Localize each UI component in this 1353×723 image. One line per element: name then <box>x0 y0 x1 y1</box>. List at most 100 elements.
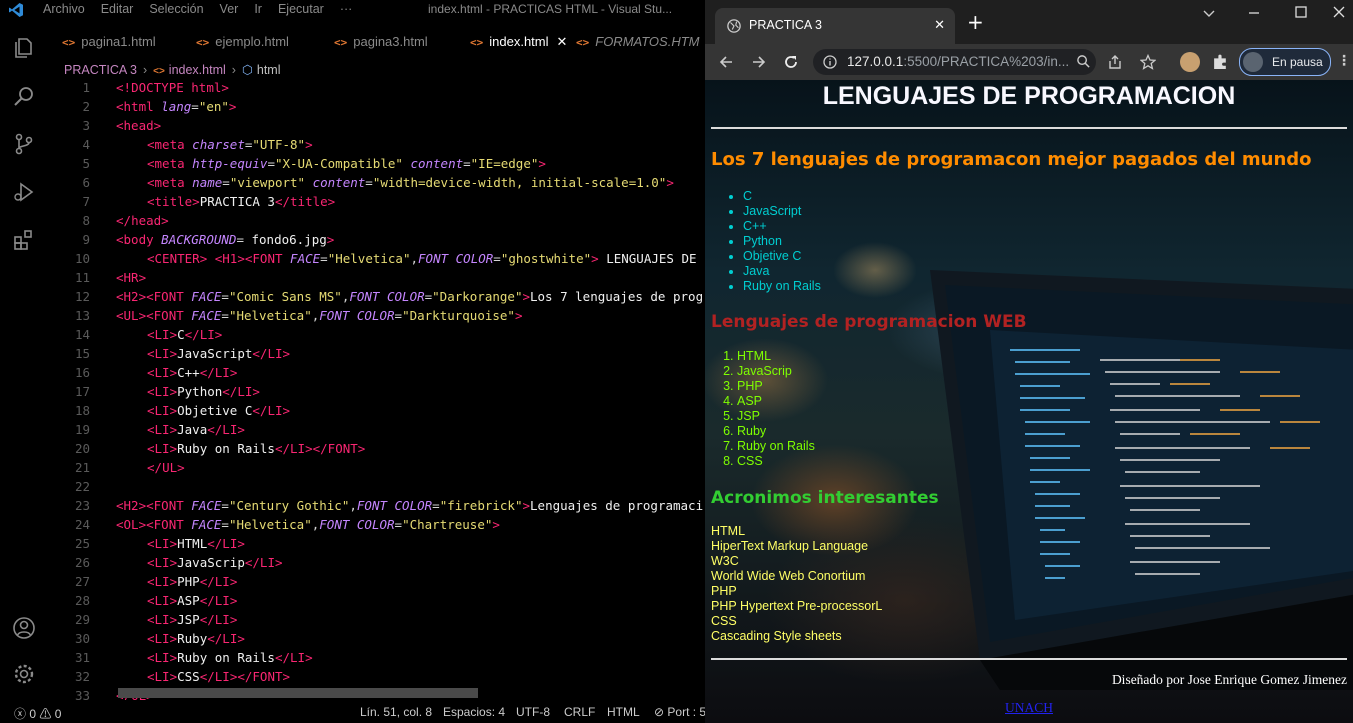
menu-ejecutar[interactable]: Ejecutar <box>278 2 324 16</box>
menu-more[interactable]: ··· <box>340 2 353 16</box>
live-server-port[interactable]: ⊘ Port : 5 <box>654 705 705 719</box>
address-bar[interactable]: 127.0.0.1:5500/PRACTICA%203/in... <box>813 49 1096 75</box>
code-line: <LI>Ruby on Rails</LI> <box>147 650 313 665</box>
code-line: <H2><FONT FACE="Comic Sans MS",FONT COLO… <box>116 289 704 304</box>
forward-icon[interactable] <box>751 54 767 70</box>
tab-pagina1[interactable]: <> pagina1.html <box>62 34 156 49</box>
browser-window: PRACTICA 3 ✕ + 127.0.0.1:5500/PRACTICA%2… <box>705 0 1353 723</box>
line-number: 1 <box>82 80 90 95</box>
star-icon[interactable] <box>1140 54 1156 70</box>
list-item: C <box>743 189 821 204</box>
acronym-term: CSS <box>711 614 737 628</box>
search-icon[interactable] <box>12 84 36 108</box>
list-item: JSP <box>737 409 815 424</box>
reload-icon[interactable] <box>783 54 799 70</box>
gear-icon[interactable] <box>12 662 36 686</box>
browser-tab[interactable]: PRACTICA 3 ✕ <box>715 8 955 44</box>
profile-button[interactable]: En pausa <box>1239 48 1331 76</box>
line-number: 15 <box>74 346 90 361</box>
new-tab-button[interactable]: + <box>967 12 984 32</box>
acronym-definition: PHP Hypertext Pre-processorL <box>711 599 883 613</box>
breadcrumb-folder[interactable]: PRACTICA 3 <box>64 63 137 77</box>
code-line: <meta name="viewport" content="width=dev… <box>147 175 674 190</box>
line-number: 33 <box>74 688 90 700</box>
code-line: <head> <box>116 118 162 133</box>
page-viewport: LENGUAJES DE PROGRAMACION Los 7 lenguaje… <box>705 80 1353 723</box>
tab-formatos[interactable]: <> FORMATOS.HTM <box>576 34 700 49</box>
run-debug-icon[interactable] <box>12 180 36 204</box>
line-number: 25 <box>74 536 90 551</box>
code-line: <LI>JSP</LI> <box>147 612 238 627</box>
html-file-icon: <> <box>334 36 348 49</box>
line-number: 9 <box>82 232 90 247</box>
tab-close-icon[interactable]: ✕ <box>557 34 568 49</box>
info-icon[interactable] <box>823 55 837 69</box>
code-line: <OL><FONT FACE="Helvetica",FONT COLOR="C… <box>116 517 500 532</box>
extension-puzzle-icon[interactable] <box>1212 53 1229 70</box>
horizontal-rule <box>711 658 1347 660</box>
profile-avatar <box>1243 52 1263 72</box>
html-file-icon: <> <box>153 66 165 77</box>
html-file-icon: <> <box>576 36 590 49</box>
line-number: 17 <box>74 384 90 399</box>
tab-pagina3[interactable]: <> pagina3.html <box>334 34 428 49</box>
extensions-icon[interactable] <box>12 228 36 252</box>
language-mode[interactable]: HTML <box>607 705 640 719</box>
cursor-position[interactable]: Lín. 51, col. 8 <box>360 705 432 719</box>
menu-ir[interactable]: Ir <box>254 2 262 16</box>
problems-indicator[interactable]: ⓧ 0 ⚠ 0 <box>14 705 61 722</box>
line-number: 24 <box>74 517 90 532</box>
unach-link[interactable]: UNACH <box>1005 700 1053 716</box>
code-line: <CENTER> <H1><FONT FACE="Helvetica",FONT… <box>147 251 697 266</box>
source-control-icon[interactable] <box>12 132 36 156</box>
code-line: <LI>C++</LI> <box>147 365 238 380</box>
tab-ejemplo[interactable]: <> ejemplo.html <box>196 34 289 49</box>
menu-seleccion[interactable]: Selección <box>149 2 203 16</box>
account-icon[interactable] <box>12 616 36 640</box>
code-line: <meta http-equiv="X-UA-Compatible" conte… <box>147 156 546 171</box>
minimize-icon[interactable] <box>1247 6 1261 20</box>
web-languages-list: HTML JavaScrip PHP ASP JSP Ruby Ruby on … <box>711 349 815 469</box>
browser-toolbar: 127.0.0.1:5500/PRACTICA%203/in... En pau… <box>705 44 1353 80</box>
menu-editar[interactable]: Editar <box>101 2 134 16</box>
maximize-icon[interactable] <box>1294 5 1308 19</box>
background-laptop-image <box>930 270 1353 690</box>
line-number: 13 <box>74 308 90 323</box>
back-icon[interactable] <box>718 54 734 70</box>
encoding[interactable]: UTF-8 <box>516 705 550 719</box>
line-number: 19 <box>74 422 90 437</box>
breadcrumb-file[interactable]: index.html <box>169 63 226 77</box>
code-line: <LI>CSS</LI></FONT> <box>147 669 291 684</box>
broadcast-icon: ⊘ <box>654 705 665 719</box>
heading-top-languages: Los 7 lenguajes de programacon mejor pag… <box>711 149 1312 170</box>
profile-status: En pausa <box>1272 55 1323 69</box>
menu-archivo[interactable]: Archivo <box>43 2 85 16</box>
credit-text: Diseñado por Jose Enrique Gomez Jimenez <box>1111 672 1347 687</box>
code-line: <LI>Python</LI> <box>147 384 260 399</box>
top-languages-list: C JavaScript C++ Python Objetive C Java … <box>725 189 821 294</box>
list-item: Ruby on Rails <box>737 439 815 454</box>
breadcrumb-symbol[interactable]: html <box>257 63 281 77</box>
indentation[interactable]: Espacios: 4 <box>443 705 505 719</box>
horizontal-scrollbar[interactable] <box>118 688 478 698</box>
menu-ver[interactable]: Ver <box>220 2 239 16</box>
explorer-icon[interactable] <box>12 36 36 60</box>
line-ending[interactable]: CRLF <box>564 705 595 719</box>
close-icon[interactable]: ✕ <box>934 17 945 33</box>
code-editor[interactable]: 1 <!DOCTYPE html> 2 <html lang="en"> 3 <head>… <box>48 80 705 700</box>
share-icon[interactable] <box>1107 54 1123 70</box>
code-line: <LI>Java</LI> <box>147 422 245 437</box>
tab-index[interactable]: <> index.html ✕ <box>470 34 567 50</box>
list-item: Java <box>743 264 821 279</box>
extension-avatar-icon[interactable] <box>1180 52 1200 72</box>
line-number: 3 <box>82 118 90 133</box>
close-icon[interactable] <box>1332 5 1346 19</box>
acronym-term: W3C <box>711 554 739 568</box>
line-number: 29 <box>74 612 90 627</box>
more-menu-icon[interactable]: ⋮ <box>1337 53 1351 69</box>
line-number: 28 <box>74 593 90 608</box>
code-line: </UL> <box>147 460 185 475</box>
line-number: 32 <box>74 669 90 684</box>
chevron-down-icon[interactable] <box>1202 6 1216 20</box>
zoom-icon[interactable] <box>1076 54 1091 69</box>
